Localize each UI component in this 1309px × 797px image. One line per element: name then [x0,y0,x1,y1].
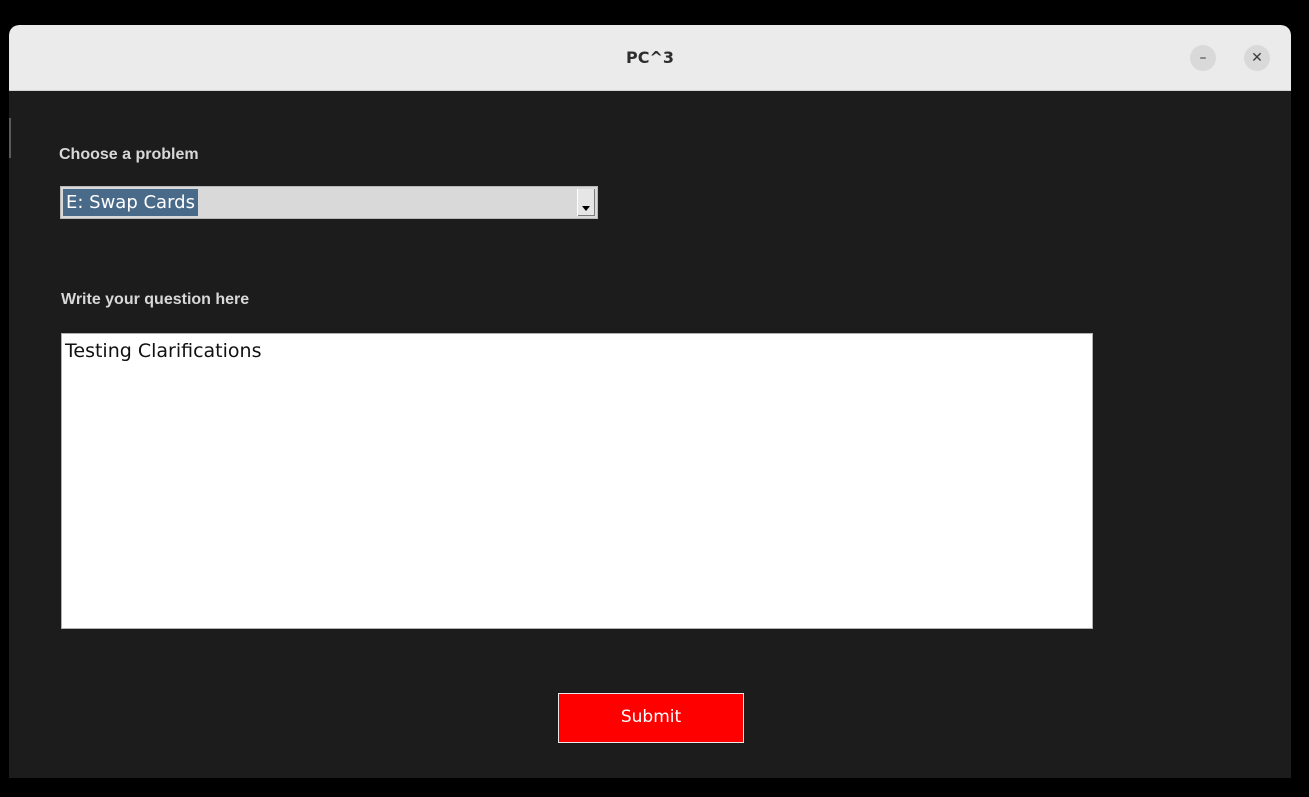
problem-select-value[interactable]: E: Swap Cards [63,189,198,216]
problem-label: Choose a problem [59,146,199,163]
title-bar: PC^3 – ✕ [9,25,1291,91]
question-textarea[interactable]: Testing Clarifications [61,333,1093,629]
close-icon: ✕ [1251,50,1263,66]
question-label: Write your question here [61,291,250,308]
minimize-button[interactable]: – [1190,45,1216,71]
window-title: PC^3 [625,48,674,67]
chevron-down-icon[interactable] [577,189,595,216]
minimize-icon: – [1199,50,1207,66]
problem-select[interactable]: E: Swap Cards [60,186,598,219]
close-button[interactable]: ✕ [1244,45,1270,71]
app-window: PC^3 – ✕ Choose a problem E: Swap Cards … [9,25,1291,778]
submit-button[interactable]: Submit [558,693,744,743]
edge-marker [9,118,11,158]
